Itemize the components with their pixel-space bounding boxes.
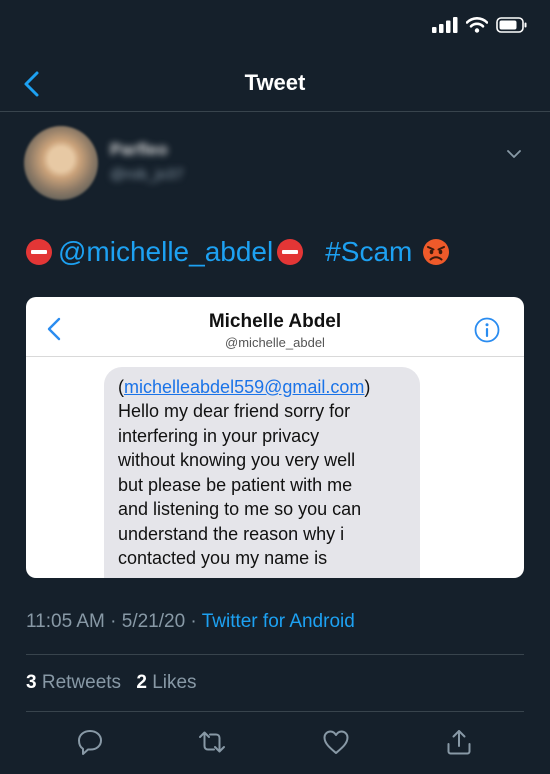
- tweet-stats: 3 Retweets 2 Likes: [26, 672, 197, 694]
- likes-count[interactable]: 2 Likes: [136, 672, 196, 693]
- divider: [26, 711, 524, 712]
- nav-bar: Tweet: [0, 56, 550, 112]
- message-line: interfering in your privacy: [118, 425, 320, 446]
- tweet-timestamp: 11:05 AM · 5/21/20 ·: [26, 611, 202, 632]
- share-icon[interactable]: [444, 727, 474, 757]
- page-title: Tweet: [244, 70, 306, 95]
- email-link: michelleabdel559@gmail.com: [124, 377, 365, 397]
- message-email: (michelleabdel559@gmail.com): [118, 377, 371, 397]
- tweet-text: @michelle_abdel #Scam: [26, 234, 450, 270]
- screenshot-header: Michelle Abdel @michelle_abdel: [26, 297, 524, 357]
- heart-icon[interactable]: [321, 727, 351, 757]
- message-line: but please be patient with me: [118, 474, 353, 495]
- angry-face-emoji-icon: [423, 239, 450, 265]
- message-line: understand the reason why i: [118, 523, 345, 544]
- mention-link[interactable]: @michelle_abdel: [58, 234, 273, 270]
- divider: [26, 654, 524, 655]
- info-icon: [474, 317, 500, 343]
- status-bar: [0, 0, 550, 56]
- author-handle: @rob_jo37: [110, 166, 184, 183]
- status-icons: [432, 17, 528, 33]
- message-line: contacted you my name is: [118, 548, 328, 568]
- battery-icon: [496, 17, 527, 33]
- contact-handle: @michelle_abdel: [225, 335, 325, 350]
- tweet-options-button[interactable]: [504, 144, 524, 164]
- no-entry-emoji-icon: [277, 239, 304, 265]
- message-line: without knowing you very well: [118, 450, 356, 470]
- tweet-source-link[interactable]: Twitter for Android: [202, 611, 355, 632]
- cellular-signal-icon: [432, 17, 458, 33]
- reply-icon[interactable]: [75, 727, 105, 757]
- no-entry-emoji-icon: [26, 239, 52, 265]
- retweets-count[interactable]: 3 Retweets: [26, 672, 121, 693]
- tweet-author: Parfleo @rob_jo37: [24, 126, 526, 202]
- attached-screenshot[interactable]: Michelle Abdel @michelle_abdel (michelle…: [26, 297, 524, 578]
- tweet-actions: [0, 727, 550, 757]
- contact-name: Michelle Abdel: [208, 311, 342, 332]
- message-bubble: (michelleabdel559@gmail.com) Hello my de…: [104, 367, 420, 578]
- hashtag-link[interactable]: #Scam: [325, 234, 412, 270]
- retweet-icon[interactable]: [197, 727, 227, 757]
- avatar[interactable]: [24, 126, 98, 200]
- chevron-down-icon: [507, 150, 521, 158]
- author-name[interactable]: Parfleo: [110, 140, 168, 160]
- message-line: Hello my dear friend sorry for: [118, 401, 351, 421]
- message-line: and listening to me so you can: [118, 499, 362, 519]
- tweet-meta: 11:05 AM · 5/21/20 · Twitter for Android: [26, 611, 355, 633]
- wifi-icon: [466, 17, 488, 33]
